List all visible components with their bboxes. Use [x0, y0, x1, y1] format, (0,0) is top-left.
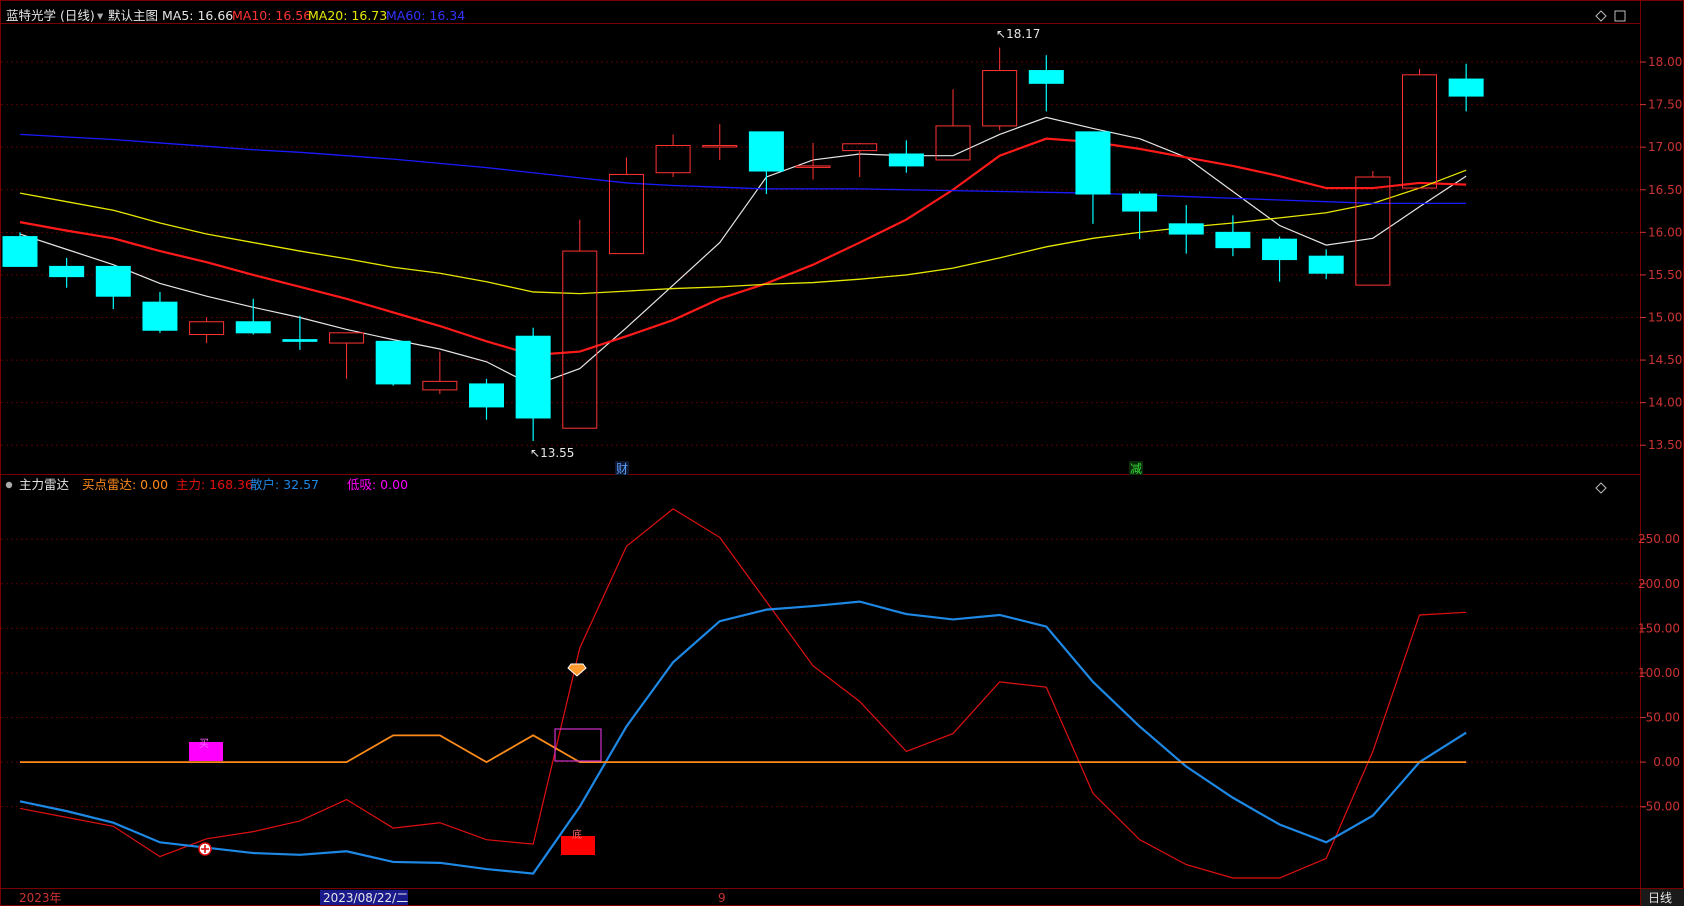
candle[interactable]	[562, 219, 598, 429]
price-tick-label: 13.50	[1648, 438, 1682, 452]
low-price-label: ↖13.55	[530, 446, 574, 460]
candle[interactable]	[655, 134, 691, 177]
candle[interactable]	[1168, 205, 1204, 254]
candle[interactable]	[2, 232, 38, 267]
indicator-tick-label: -50.00	[1641, 800, 1680, 814]
plus-circle-icon	[198, 842, 212, 856]
dropdown-arrow-icon[interactable]: ▾	[97, 8, 104, 23]
template-name[interactable]: 默认主图	[108, 8, 158, 23]
candle[interactable]	[1402, 68, 1437, 189]
low-absorb-value: 低吸: 0.00	[347, 477, 408, 492]
ma20-value: MA20: 16.73	[308, 8, 387, 23]
diamond-gem-icon	[567, 663, 587, 677]
price-tick-label: 16.50	[1648, 183, 1682, 197]
main-force-value: 主力: 168.36	[176, 477, 253, 492]
indicator-tick-label: 150.00	[1638, 621, 1680, 635]
time-axis: 2023年 2023/08/22/二 9	[19, 890, 726, 905]
indicator-tick-label: 100.00	[1638, 666, 1680, 680]
price-tick-label: 15.00	[1648, 310, 1682, 324]
financial-marker[interactable]: 财	[616, 462, 628, 476]
indicator-line	[19, 508, 1467, 879]
candle[interactable]	[1028, 55, 1064, 112]
candle[interactable]	[888, 140, 924, 173]
ma60-value: MA60: 16.34	[386, 8, 465, 23]
price-grid	[1, 61, 1640, 446]
price-tick-label: 17.50	[1648, 98, 1682, 112]
candle[interactable]	[1075, 131, 1111, 224]
ma5-value: MA5: 16.66	[162, 8, 233, 23]
candle[interactable]	[422, 351, 458, 395]
buy-radar-value: 买点雷达: 0.00	[82, 477, 168, 492]
candle[interactable]	[375, 340, 411, 386]
candle[interactable]	[329, 332, 365, 379]
candle[interactable]	[1448, 63, 1484, 112]
stock-chart[interactable]: 18.00 17.50 17.00 16.50 16.00 15.50 15.00 14.50…	[0, 0, 1684, 906]
indicator-line	[19, 600, 1467, 875]
chart-frame	[0, 0, 1684, 906]
moving-averages	[19, 116, 1467, 387]
ma-line-ma5	[19, 116, 1467, 387]
candle[interactable]	[189, 317, 225, 344]
price-tick-label: 16.00	[1648, 225, 1682, 239]
price-tick-label: 17.00	[1648, 140, 1682, 154]
candle[interactable]	[49, 257, 85, 288]
bottom-signal-label: 底	[572, 828, 582, 841]
low-absorb-frame	[554, 728, 602, 762]
diamond-icon-2[interactable]	[1595, 482, 1607, 494]
price-header: 蓝特光学 (日线) ▾ 默认主图 MA5: 16.66 MA10: 16.56 …	[6, 8, 465, 23]
indicator-header: 主力雷达 买点雷达: 0.00 主力: 168.36 散户: 32.57 低吸:…	[5, 477, 408, 492]
cursor-date-label: 2023/08/22/二	[323, 891, 408, 905]
retail-value: 散户: 32.57	[250, 477, 319, 492]
candle[interactable]	[982, 47, 1018, 131]
candle[interactable]	[608, 157, 644, 255]
diamond-icon[interactable]	[1595, 10, 1607, 22]
restore-icon[interactable]	[1614, 10, 1626, 22]
indicator-line	[20, 734, 1467, 764]
candle[interactable]	[702, 124, 738, 160]
ma10-value: MA10: 16.56	[232, 8, 311, 23]
indicator-lines	[19, 508, 1467, 879]
collapse-dot-icon[interactable]	[5, 481, 13, 489]
indicator-markers: 买 底	[189, 663, 602, 856]
candle[interactable]	[748, 131, 784, 195]
indicator-tick-label: 200.00	[1638, 577, 1680, 591]
high-price-label: ↖18.17	[996, 27, 1040, 41]
stock-title[interactable]: 蓝特光学 (日线)	[6, 8, 95, 23]
indicator-tick-label: 0.00	[1653, 755, 1680, 769]
candle[interactable]	[95, 265, 131, 309]
candle[interactable]	[515, 327, 551, 441]
reduce-marker[interactable]: 减	[1130, 462, 1142, 476]
price-tick-label: 18.00	[1648, 55, 1682, 69]
price-tick-label: 15.50	[1648, 268, 1682, 282]
candle[interactable]	[142, 291, 178, 333]
price-tick-label: 14.50	[1648, 353, 1682, 367]
candle[interactable]	[795, 142, 831, 180]
candle[interactable]	[1308, 249, 1344, 280]
month-label: 9	[718, 891, 726, 905]
price-tick-label: 14.00	[1648, 396, 1682, 410]
indicator-axis: 250.00 200.00 150.00 100.00 50.00 0.00 -50.00	[1638, 532, 1680, 813]
indicator-tick-label: 250.00	[1638, 532, 1680, 546]
indicator-tick-label: 50.00	[1646, 711, 1680, 725]
year-label: 2023年	[19, 891, 62, 905]
indicator-name[interactable]: 主力雷达	[19, 477, 70, 492]
candle[interactable]	[935, 89, 971, 161]
candlesticks[interactable]	[2, 47, 1484, 441]
candle[interactable]	[842, 142, 878, 177]
window-controls[interactable]	[1595, 10, 1626, 494]
price-annotations: ↖18.17 ↖13.55 财 减	[530, 27, 1143, 476]
buy-signal-label: 买	[199, 738, 209, 750]
period-button[interactable]: 日线	[1641, 889, 1684, 906]
candle[interactable]	[469, 378, 504, 420]
period-button-label[interactable]: 日线	[1648, 891, 1672, 905]
indicator-grid	[1, 538, 1640, 808]
price-axis: 18.00 17.50 17.00 16.50 16.00 15.50 15.00 14.50…	[1640, 55, 1682, 452]
